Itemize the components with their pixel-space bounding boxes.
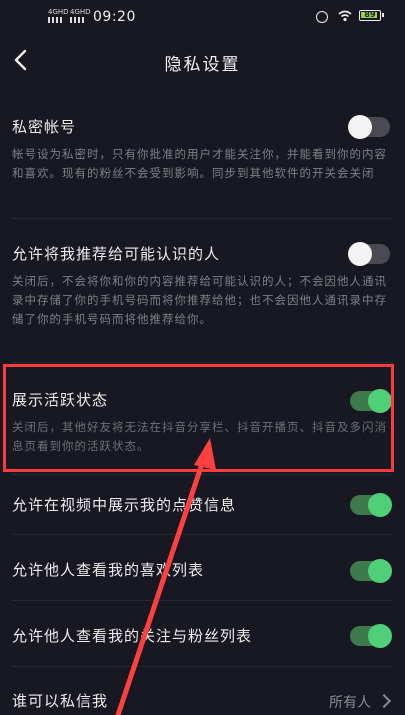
recommend-to-contacts-toggle[interactable] xyxy=(348,242,390,266)
setting-private-account: 私密帐号 帐号设为私密时，只有你批准的用户才能关注你，并能看到你的内容和喜欢。现… xyxy=(12,116,392,183)
signal-icon: 4GHD xyxy=(48,8,69,23)
setting-description: 帐号设为私密时，只有你批准的用户才能关注你，并能看到你的内容和喜欢。现有的粉丝不… xyxy=(12,147,387,180)
setting-description: 关闭后，不会将你和你的内容推荐给可能认识的人；不会因他人通讯录中存储了你的手机号… xyxy=(12,274,387,326)
divider xyxy=(12,666,393,667)
signal-icon: 4GHD xyxy=(70,8,91,23)
nav-header: 隐私设置 xyxy=(0,36,405,86)
who-can-message-value[interactable]: 所有人 xyxy=(329,692,392,712)
alarm-icon xyxy=(316,11,328,23)
divider xyxy=(12,600,393,601)
setting-label: 允许他人查看我的关注与粉丝列表 xyxy=(12,627,253,645)
divider xyxy=(12,534,393,535)
setting-label: 允许在视频中展示我的点赞信息 xyxy=(12,496,237,514)
divider xyxy=(12,362,393,363)
annotation-arrow xyxy=(115,438,216,715)
divider xyxy=(12,218,393,219)
wifi-icon xyxy=(338,10,352,22)
setting-show-likes-in-video: 允许在视频中展示我的点赞信息 xyxy=(12,494,392,515)
setting-likes-list-visible: 允许他人查看我的喜欢列表 xyxy=(12,559,392,580)
status-bar: 4GHD 4GHD 09:20 89 xyxy=(0,0,405,36)
private-account-toggle[interactable] xyxy=(348,115,390,139)
setting-label: 私密帐号 xyxy=(12,118,77,136)
battery-icon: 89 xyxy=(359,10,384,21)
show-likes-in-video-toggle[interactable] xyxy=(350,493,392,517)
setting-recommend-to-contacts: 允许将我推荐给可能认识的人 关闭后，不会将你和你的内容推荐给可能认识的人；不会因… xyxy=(12,243,392,329)
follow-list-visible-toggle[interactable] xyxy=(350,624,392,648)
page-title: 隐私设置 xyxy=(164,55,241,75)
setting-label: 允许将我推荐给可能认识的人 xyxy=(12,245,221,263)
likes-list-visible-toggle[interactable] xyxy=(350,559,392,583)
setting-follow-list-visible: 允许他人查看我的关注与粉丝列表 xyxy=(12,625,392,646)
highlight-box xyxy=(3,364,394,472)
chevron-right-icon xyxy=(376,693,392,709)
setting-label: 允许他人查看我的喜欢列表 xyxy=(12,561,205,579)
status-time: 09:20 xyxy=(93,9,136,25)
divider xyxy=(12,474,393,475)
